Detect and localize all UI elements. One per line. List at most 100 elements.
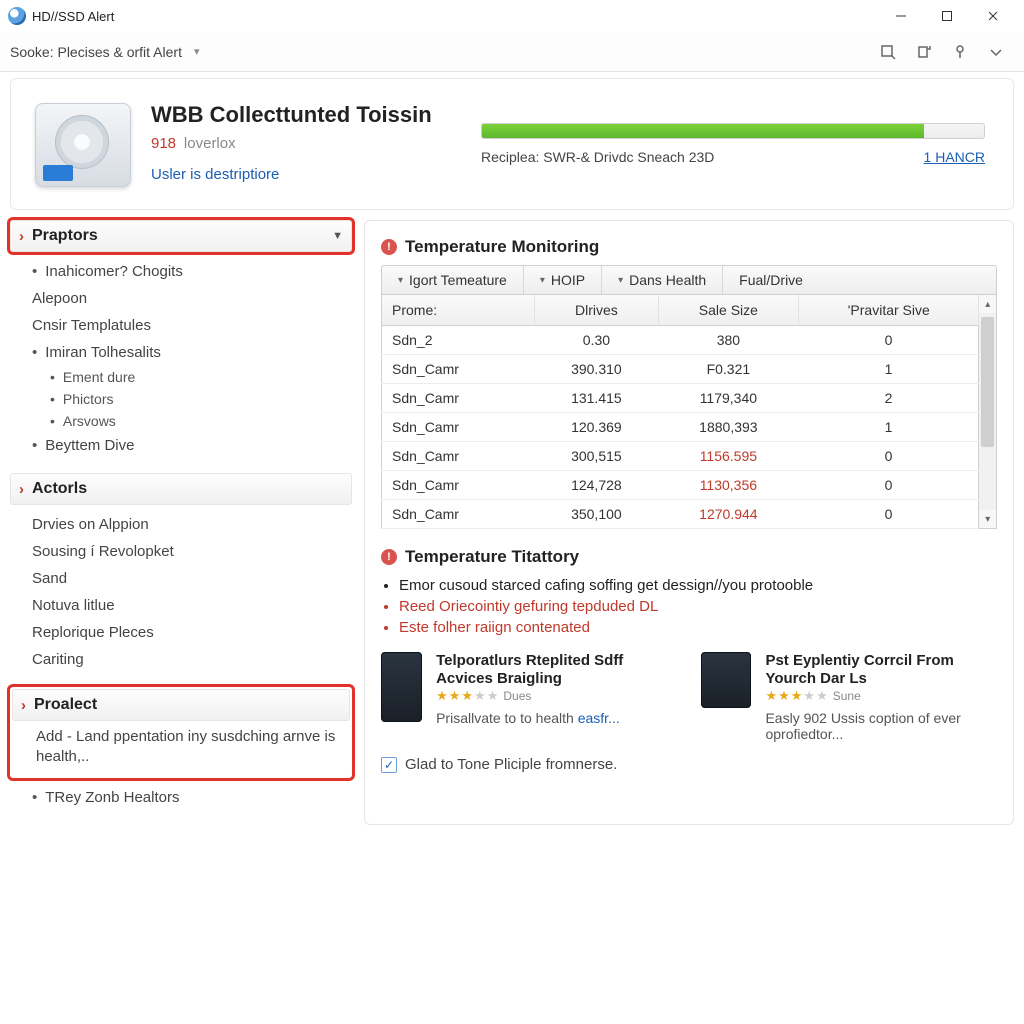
table-row[interactable]: Sdn_Camr300,5151156.5950 — [382, 442, 979, 471]
chevron-right-icon: › — [19, 228, 24, 245]
inspect-icon[interactable] — [870, 38, 906, 66]
app-icon — [8, 7, 26, 25]
footer-checkbox-row[interactable]: ✓ Glad to Tone Pliciple fromnerse. — [381, 756, 997, 773]
cell: Sdn_2 — [382, 326, 535, 355]
sidebar-section-header[interactable]: ›Praptors▼ — [10, 220, 352, 252]
cell: Sdn_Camr — [382, 384, 535, 413]
footer-checkbox-label: Glad to Tone Pliciple fromnerse. — [405, 756, 617, 773]
sidebar-item[interactable]: Replorique Pleces — [32, 619, 348, 646]
scroll-down-icon[interactable]: ▾ — [979, 510, 996, 528]
table-row[interactable]: Sdn_Camr131.4151179,3402 — [382, 384, 979, 413]
recommendation-card[interactable]: Telporatlurs Rteplited Sdff Acvices Brai… — [381, 652, 677, 742]
tab[interactable]: ▾Igort Temeature — [382, 266, 524, 294]
progress-link[interactable]: 1 HANCR — [924, 149, 985, 165]
card-link[interactable]: easfr... — [578, 710, 620, 726]
cell: F0.321 — [658, 355, 798, 384]
health-progress-bar — [482, 124, 924, 138]
tab[interactable]: ▾Dans Health — [602, 266, 723, 294]
sidebar-section-header[interactable]: ›Proalect — [12, 689, 350, 721]
sidebar-item[interactable]: Sand — [32, 565, 348, 592]
drive-image — [35, 103, 131, 187]
sidebar: ›Praptors▼ Inahicomer? ChogitsAlepoonCnsi… — [10, 220, 352, 825]
tab[interactable]: ▾HOIP — [524, 266, 602, 294]
metric-value: 918 — [151, 135, 176, 152]
close-button[interactable] — [970, 0, 1016, 32]
scroll-up-icon[interactable]: ▴ — [979, 295, 996, 313]
cell: 380 — [658, 326, 798, 355]
table-row[interactable]: Sdn_Camr124,7281130,3560 — [382, 471, 979, 500]
chevron-down-icon: ▾ — [398, 275, 403, 286]
toolbar: Sooke: Plecises & orfit Alert ▾ — [0, 32, 1024, 72]
sidebar-section-header[interactable]: › Actorls — [10, 473, 352, 505]
expand-icon[interactable] — [978, 38, 1014, 66]
pin-icon[interactable] — [942, 38, 978, 66]
metric-label: loverlox — [184, 135, 236, 152]
recommendation-card[interactable]: Pst Eyplentiy Corrcil From Yourch Dar Ls… — [701, 652, 997, 742]
titattory-item: Este folher raiign contenated — [399, 617, 997, 638]
table-row[interactable]: Sdn_Camr390.310F0.3211 — [382, 355, 979, 384]
section-title-monitoring: Temperature Monitoring — [405, 237, 599, 257]
column-header[interactable]: Sale Size — [658, 295, 798, 326]
minimize-button[interactable] — [878, 0, 924, 32]
progress-text: Reciplea: SWR-& Drivdc Sneach 23D — [481, 149, 714, 165]
cell: 1880,393 — [658, 413, 798, 442]
recommendation-cards: Telporatlurs Rteplited Sdff Acvices Brai… — [381, 652, 997, 742]
description-link[interactable]: Usler is destriptiore — [151, 166, 432, 183]
sidebar-item[interactable]: Alepoon — [32, 285, 348, 312]
cell: 350,100 — [535, 500, 659, 529]
chevron-right-icon: › — [19, 481, 24, 498]
table-row[interactable]: Sdn_Camr350,1001270.9440 — [382, 500, 979, 529]
sidebar-item[interactable]: Arsvows — [32, 410, 348, 432]
titlebar: HD//SSD Alert — [0, 0, 1024, 32]
cell: Sdn_Camr — [382, 413, 535, 442]
alert-badge-icon: ! — [381, 549, 397, 565]
sidebar-item[interactable]: Phictors — [32, 388, 348, 410]
table-row[interactable]: Sdn_20.303800 — [382, 326, 979, 355]
table-row[interactable]: Sdn_Camr120.3691880,3931 — [382, 413, 979, 442]
sidebar-item[interactable]: TRey Zonb Healtors — [32, 784, 348, 811]
drive-title: WBB Collecttunted Toissin — [151, 103, 432, 127]
tab-strip: ▾Igort Temeature▾HOIP▾Dans HealthFual/Dr… — [381, 265, 997, 295]
sidebar-item[interactable]: Notuva litlue — [32, 592, 348, 619]
sidebar-item[interactable]: Beyttem Dive — [32, 432, 348, 459]
chevron-right-icon: › — [21, 697, 26, 714]
content-panel: ! Temperature Monitoring ▾Igort Temeatur… — [364, 220, 1014, 825]
cell: Sdn_Camr — [382, 442, 535, 471]
alert-badge-icon: ! — [381, 239, 397, 255]
sidebar-section-desc: Add - Land ppentation iny susdching arnv… — [12, 721, 350, 768]
export-icon[interactable] — [906, 38, 942, 66]
tab-label: HOIP — [551, 272, 585, 288]
cell: 0 — [799, 500, 979, 529]
checkbox-icon[interactable]: ✓ — [381, 757, 397, 773]
tab[interactable]: Fual/Drive — [723, 266, 819, 294]
card-blurb: Easly 902 Ussis coption of ever oprofied… — [765, 710, 997, 742]
cell: 1270.944 — [658, 500, 798, 529]
cell: 124,728 — [535, 471, 659, 500]
sidebar-item[interactable]: Imiran Tolhesalits — [32, 339, 348, 366]
card-thumbnail — [381, 652, 422, 722]
sidebar-item[interactable]: Ement dure — [32, 366, 348, 388]
health-progress — [481, 123, 985, 139]
source-dropdown[interactable]: Sooke: Plecises & orfit Alert — [10, 44, 182, 60]
sidebar-item[interactable]: Cariting — [32, 646, 348, 673]
column-header[interactable]: Dlrives — [535, 295, 659, 326]
sidebar-item[interactable]: Sousing í Revolopket — [32, 538, 348, 565]
cell: 2 — [799, 384, 979, 413]
column-header[interactable]: 'Pravitar Sive — [799, 295, 979, 326]
scroll-thumb[interactable] — [981, 317, 994, 447]
sidebar-item[interactable]: Cnsir Templatules — [32, 312, 348, 339]
cell: 390.310 — [535, 355, 659, 384]
maximize-button[interactable] — [924, 0, 970, 32]
sidebar-item[interactable]: Inahicomer? Chogits — [32, 258, 348, 285]
column-header[interactable]: Prome: — [382, 295, 535, 326]
section-title-titattory: Temperature Titattory — [405, 547, 579, 567]
sidebar-section-title: Actorls — [32, 480, 87, 498]
tab-label: Fual/Drive — [739, 272, 803, 288]
table-scrollbar[interactable]: ▴ ▾ — [979, 295, 997, 529]
cell: Sdn_Camr — [382, 471, 535, 500]
cell: 131.415 — [535, 384, 659, 413]
cell: 300,515 — [535, 442, 659, 471]
sidebar-item[interactable]: Drvies on Alppion — [32, 511, 348, 538]
chevron-down-icon: ▼ — [332, 230, 343, 242]
cell: Sdn_Camr — [382, 500, 535, 529]
